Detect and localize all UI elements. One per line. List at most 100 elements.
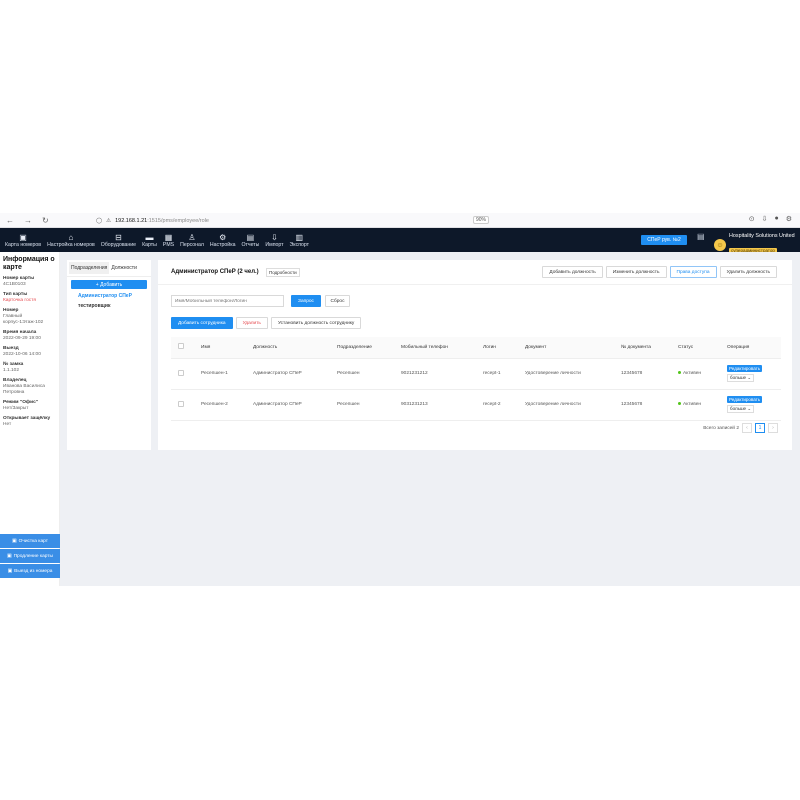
nav-item-1[interactable]: ⌂ Настройка номеров [44, 228, 98, 252]
nav-item-5[interactable]: ♙ Персонал [177, 228, 207, 252]
access-rights-button[interactable]: Права доступа [669, 266, 717, 278]
table-row: Ресепшен-2 Администратор СПеР Ресепшен 9031… [171, 389, 781, 421]
cell-doc: Удостоверение личности [524, 358, 620, 390]
nav-item-3[interactable]: ▬ Карты [139, 228, 160, 252]
cell-dept: Ресепшен [336, 358, 400, 390]
edit-position-button[interactable]: Изменить должность [605, 266, 667, 278]
delete-button[interactable]: Удалить [235, 317, 268, 329]
reload-icon[interactable]: ↻ [42, 216, 49, 225]
cell-name: Ресепшен-2 [200, 389, 252, 421]
address-bar[interactable]: ◯ ⚠ 192.168.1.21:1515/pms/employee/role [96, 215, 209, 226]
details-button[interactable]: Подробности [266, 268, 300, 277]
status-badge: Активен [677, 358, 726, 390]
url-text[interactable]: 192.168.1.21:1515/pms/employee/role [115, 218, 209, 224]
col-operation: Операция [726, 337, 781, 359]
cell-position: Администратор СПеР [252, 358, 336, 390]
action-label: Продление карты [13, 553, 53, 559]
next-page-icon[interactable]: › [768, 423, 778, 433]
nav-item-9[interactable]: ▥ Экспорт [287, 228, 313, 252]
back-icon[interactable]: ← [6, 216, 14, 225]
lock-icon: ⚠ [106, 217, 112, 224]
nav-item-label: Карта номеров [5, 241, 42, 248]
add-department-button[interactable]: + Добавить [71, 280, 147, 289]
delete-position-button[interactable]: Удалить должность [719, 266, 777, 278]
info-field: Номер карты 4C1B0103 [3, 276, 56, 288]
status-badge: Активен [677, 389, 726, 421]
nav-item-7[interactable]: ▤ Отчеты [238, 228, 262, 252]
select-all-checkbox[interactable] [178, 343, 184, 350]
nav-item-2[interactable]: ⊟ Оборудование [98, 228, 139, 252]
nav-item-0[interactable]: ▣ Карта номеров [2, 228, 44, 252]
info-value: 2022-10-06 14:00 [3, 352, 41, 357]
cell-phone: 9021231212 [400, 358, 482, 390]
nav-item-label: Персонал [180, 241, 204, 248]
prev-page-icon[interactable]: ‹ [742, 423, 752, 433]
document-icon[interactable]: ▤ [697, 232, 705, 241]
tab-positions[interactable]: Должности [109, 262, 139, 274]
extend-card-button[interactable]: ▣ Продление карты [0, 549, 60, 563]
department-tree: Подразделения Должности + Добавить Админ… [67, 260, 151, 450]
nav-item-label: Оборудование [100, 241, 137, 248]
nav-item-label: Карты [142, 241, 157, 248]
tree-item-tester[interactable]: тестировщик [67, 299, 151, 309]
info-value: 1.1.102 [3, 368, 20, 373]
room-button[interactable]: СПеР рув. №2 [641, 235, 687, 245]
status-text: Активен [683, 371, 702, 376]
add-position-button[interactable]: Добавить должность [542, 266, 603, 278]
more-dropdown[interactable]: больше ⌄ [727, 405, 755, 413]
page-number[interactable]: 1 [755, 423, 765, 433]
nav-item-label: Отчеты [241, 241, 260, 248]
settings-icon: ⚙ [219, 232, 227, 242]
cell-doc_no: 12345678 [620, 358, 677, 390]
reset-button[interactable]: Сброс [325, 295, 350, 307]
nav-item-4[interactable]: ▦ PMS [160, 228, 177, 252]
tree-item-admin[interactable]: Администратор СПеР [67, 289, 151, 299]
pagination: Всего записей 2 ‹ 1 › [703, 423, 778, 433]
col-document: Документ [524, 337, 620, 359]
forward-icon[interactable]: → [24, 216, 32, 225]
browser-toolbar: ← → ↻ ◯ ⚠ 192.168.1.21:1515/pms/employee… [0, 213, 800, 228]
cell-dept: Ресепшен [336, 389, 400, 421]
info-value: 4C1B0103 [3, 282, 26, 287]
shield-icon: ◯ [96, 217, 103, 224]
table-header: Имя Должность Подразделение Мобильный те… [171, 337, 781, 359]
card-actions: ▣ Очистка карт ▣ Продление карты ▣ Выезд из н… [0, 534, 60, 579]
nav-item-8[interactable]: ⇩ Импорт [262, 228, 286, 252]
set-position-button[interactable]: Установить должность сотруднику [270, 317, 362, 329]
cell-phone: 9031231213 [400, 389, 482, 421]
avatar: ☺ [714, 239, 726, 251]
card-icon: ▣ [12, 538, 17, 544]
employees-table: Имя Должность Подразделение Мобильный те… [171, 337, 781, 421]
row-checkbox[interactable] [178, 400, 184, 407]
info-value: Иванова Василиса Петровна [3, 384, 45, 395]
nav-item-6[interactable]: ⚙ Настройка [207, 228, 239, 252]
zoom-level[interactable]: 90% [473, 216, 490, 224]
row-checkbox[interactable] [178, 369, 184, 376]
card-info-title: Информация о карте [3, 256, 55, 271]
col-department: Подразделение [336, 337, 400, 359]
table-row: Ресепшен-1 Администратор СПеР Ресепшен 9021… [171, 358, 781, 390]
edit-button[interactable]: Редактировать [727, 365, 763, 372]
checkout-button[interactable]: ▣ Выезд из номера [0, 564, 60, 578]
col-doc-number: № документа [620, 337, 677, 359]
add-employee-button[interactable]: Добавить сотрудника [171, 317, 233, 329]
search-input[interactable] [171, 295, 284, 307]
account-icon[interactable]: ● [774, 215, 778, 223]
extensions-icon[interactable]: ⚙ [786, 215, 792, 223]
query-button[interactable]: Запрос [291, 295, 321, 307]
edit-button[interactable]: Редактировать [727, 396, 763, 403]
pocket-icon[interactable]: ⊙ [749, 215, 755, 223]
clear-card-button[interactable]: ▣ Очистка карт [0, 534, 60, 548]
more-dropdown[interactable]: больше ⌄ [727, 374, 755, 382]
cards-icon: ▬ [145, 232, 154, 242]
tab-departments[interactable]: Подразделения [69, 262, 110, 274]
info-value: Нет/Закрыт [3, 406, 29, 411]
staff-icon: ♙ [188, 232, 196, 242]
info-field: Открывает защёлку Нет [3, 416, 56, 428]
col-login: Логин [482, 337, 524, 359]
divider [158, 284, 792, 285]
download-icon[interactable]: ⇩ [762, 215, 768, 223]
room-settings-icon: ⌂ [68, 232, 74, 242]
info-value: Главный корпус-1Этаж-102 [3, 314, 44, 325]
cell-doc: Удостоверение личности [524, 389, 620, 421]
